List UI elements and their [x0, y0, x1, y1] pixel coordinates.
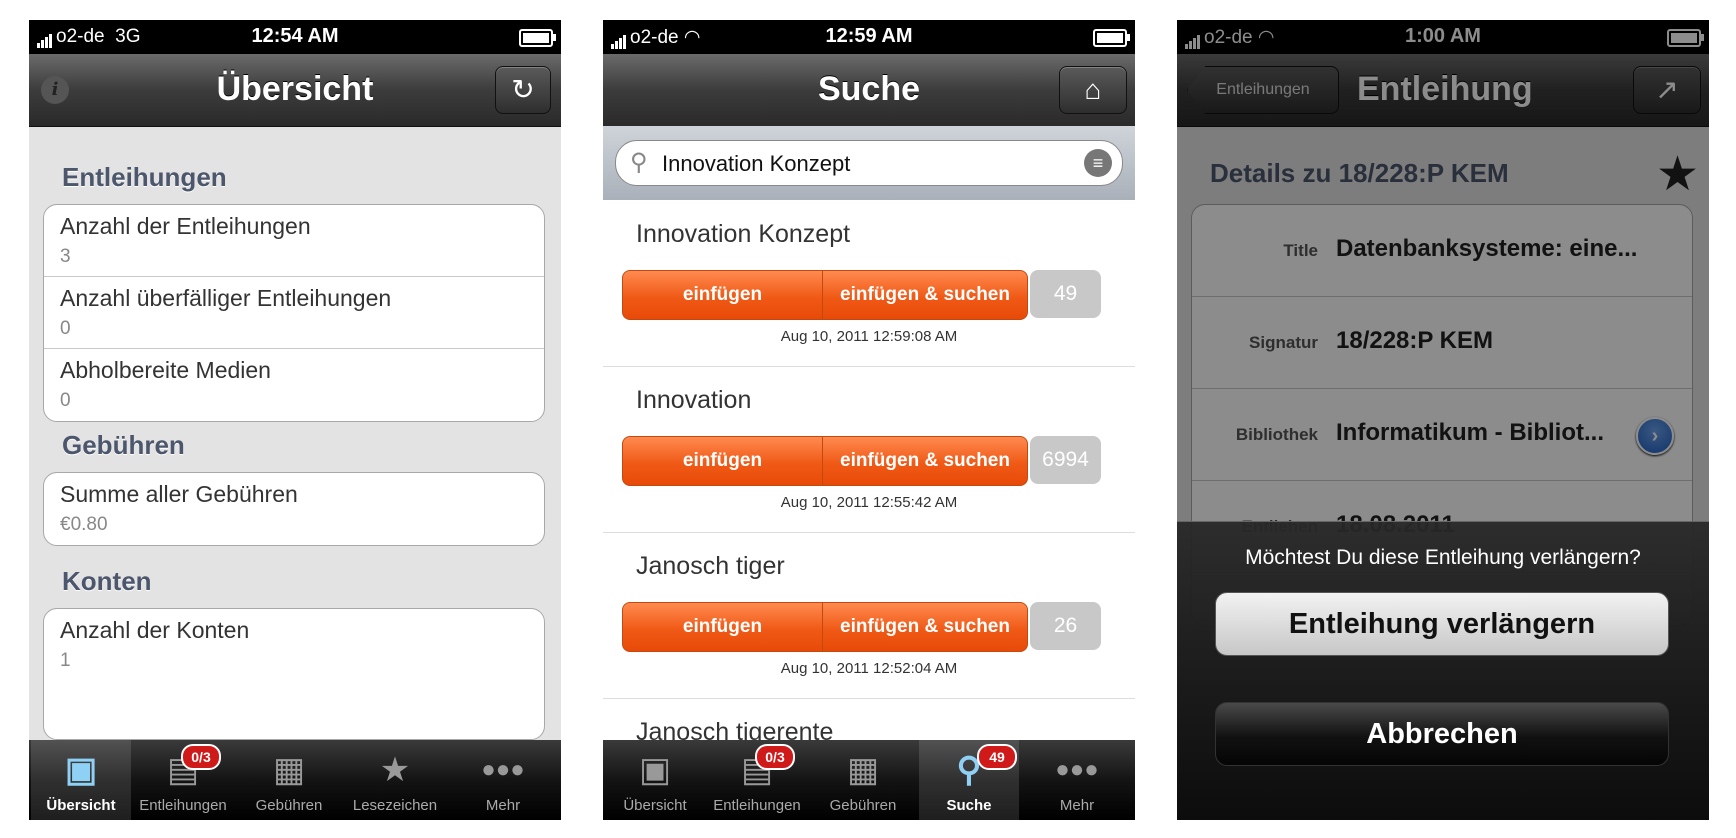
- tab-search[interactable]: ⚲ 49 Suche: [919, 740, 1019, 820]
- insert-button[interactable]: einfügen: [622, 602, 823, 652]
- tab-fees[interactable]: ▦ Gebühren: [239, 740, 339, 820]
- search-query: Innovation Konzept: [662, 151, 851, 176]
- status-bar: o2-de ◠ 12:59 AM: [603, 20, 1135, 54]
- calculator-icon: ▦: [846, 751, 880, 789]
- search-term: Innovation Konzept: [636, 220, 851, 248]
- search-timestamp: Aug 10, 2011 12:59:08 AM: [780, 328, 958, 345]
- navigation-bar: i Übersicht ↻: [29, 54, 561, 127]
- search-badge: 49: [977, 744, 1017, 770]
- tab-loans[interactable]: ▤ 0/3 Entleihungen: [133, 740, 233, 820]
- insert-button[interactable]: einfügen: [622, 270, 823, 320]
- search-term: Janosch tiger: [636, 552, 785, 580]
- presentation-icon: ▣: [638, 751, 672, 789]
- row-value: 3: [60, 246, 71, 267]
- refresh-icon: ↻: [511, 74, 535, 105]
- navigation-bar: Suche ⌂: [603, 54, 1135, 127]
- page-title: Suche: [817, 70, 921, 108]
- row-value: 0: [60, 318, 71, 339]
- tab-bookmarks[interactable]: ★ Lesezeichen: [345, 740, 445, 820]
- bookmarks-list-icon[interactable]: ≡: [1084, 149, 1112, 177]
- list-item: Innovation Konzept einfügen einfügen & s…: [603, 200, 1135, 367]
- row-label: Abholbereite Medien: [60, 357, 271, 383]
- row-value: 1: [60, 650, 71, 671]
- tab-fees[interactable]: ▦ Gebühren: [813, 740, 913, 820]
- search-bar: ⚲ Innovation Konzept ≡: [603, 126, 1135, 200]
- clock: 12:54 AM: [251, 25, 339, 47]
- insert-and-search-button[interactable]: einfügen & suchen: [822, 602, 1028, 652]
- tab-more[interactable]: ●●● Mehr: [1027, 740, 1127, 820]
- row-label: Summe aller Gebühren: [60, 481, 298, 507]
- search-icon: ⚲: [630, 149, 648, 176]
- search-timestamp: Aug 10, 2011 12:52:04 AM: [780, 660, 958, 677]
- list-item: Janosch tigerente: [603, 698, 1135, 740]
- row-label: Anzahl der Entleihungen: [60, 213, 311, 239]
- section-header-accounts: Konten: [62, 566, 152, 596]
- extend-loan-button[interactable]: Entleihung verlängern: [1215, 592, 1669, 656]
- accounts-count-row[interactable]: Anzahl der Konten 1: [44, 609, 544, 681]
- refresh-button[interactable]: ↻: [495, 66, 551, 114]
- list-item: Innovation einfügen einfügen & suchen 69…: [603, 366, 1135, 533]
- tab-bar: ▣ Übersicht ▤ 0/3 Entleihungen ▦ Gebühre…: [603, 740, 1135, 820]
- insert-button[interactable]: einfügen: [622, 436, 823, 486]
- home-button[interactable]: ⌂: [1059, 66, 1127, 114]
- search-history-list: Innovation Konzept einfügen einfügen & s…: [603, 200, 1135, 740]
- fees-total-row[interactable]: Summe aller Gebühren €0.80: [44, 473, 544, 545]
- search-term: Janosch tigerente: [636, 718, 834, 740]
- tab-bar: ▣ Übersicht ▤ 0/3 Entleihungen ▦ Gebühre…: [29, 740, 561, 820]
- battery-icon: [519, 29, 556, 47]
- insert-and-search-button[interactable]: einfügen & suchen: [822, 436, 1028, 486]
- action-sheet: Möchtest Du diese Entleihung verlängern?…: [1177, 521, 1709, 820]
- search-timestamp: Aug 10, 2011 12:55:42 AM: [780, 494, 958, 511]
- search-input[interactable]: ⚲ Innovation Konzept ≡: [615, 140, 1123, 186]
- list-item: Janosch tiger einfügen einfügen & suchen…: [603, 532, 1135, 699]
- result-count: 26: [1030, 602, 1101, 650]
- result-count: 6994: [1030, 436, 1101, 484]
- loans-badge: 0/3: [181, 744, 221, 770]
- presentation-icon: ▣: [64, 751, 98, 789]
- action-sheet-title: Möchtest Du diese Entleihung verlängern?: [1245, 546, 1641, 569]
- section-header-fees: Gebühren: [62, 430, 185, 460]
- row-label: Anzahl der Konten: [60, 617, 250, 643]
- battery-icon: [1093, 29, 1130, 47]
- row-value: 0: [60, 390, 71, 411]
- calculator-icon: ▦: [272, 751, 306, 789]
- overdue-loans-row[interactable]: Anzahl überfälliger Entleihungen 0: [44, 277, 544, 349]
- more-icon: ●●●: [1055, 756, 1099, 783]
- section-header-loans: Entleihungen: [62, 162, 227, 192]
- row-value: €0.80: [60, 514, 108, 535]
- tab-overview[interactable]: ▣ Übersicht: [31, 740, 131, 820]
- search-term: Innovation: [636, 386, 752, 414]
- accounts-group: Anzahl der Konten 1: [43, 608, 545, 740]
- overview-screen: o2-de 3G 12:54 AM i Übersicht ↻ Entleihu…: [29, 20, 561, 820]
- loans-group: Anzahl der Entleihungen 3 Anzahl überfäl…: [43, 204, 545, 422]
- loan-detail-screen: o2-de ◠ 1:00 AM Entleihungen Entleihung …: [1177, 20, 1709, 820]
- clock: 12:59 AM: [825, 25, 913, 47]
- cancel-button[interactable]: Abbrechen: [1215, 702, 1669, 766]
- status-bar: o2-de 3G 12:54 AM: [29, 20, 561, 54]
- search-screen: o2-de ◠ 12:59 AM Suche ⌂ ⚲ Innovation Ko…: [603, 20, 1135, 820]
- tab-loans[interactable]: ▤ 0/3 Entleihungen: [707, 740, 807, 820]
- result-count: 49: [1030, 270, 1101, 318]
- loans-badge: 0/3: [755, 744, 795, 770]
- insert-and-search-button[interactable]: einfügen & suchen: [822, 270, 1028, 320]
- pickup-ready-row[interactable]: Abholbereite Medien 0: [44, 349, 544, 421]
- fees-group: Summe aller Gebühren €0.80: [43, 472, 545, 546]
- loans-count-row[interactable]: Anzahl der Entleihungen 3: [44, 205, 544, 277]
- row-label: Anzahl überfälliger Entleihungen: [60, 285, 392, 311]
- page-title: Übersicht: [216, 70, 374, 108]
- tab-more[interactable]: ●●● Mehr: [453, 740, 553, 820]
- home-icon: ⌂: [1084, 74, 1102, 105]
- star-icon: ★: [379, 751, 411, 789]
- more-icon: ●●●: [481, 756, 525, 783]
- tab-overview[interactable]: ▣ Übersicht: [605, 740, 705, 820]
